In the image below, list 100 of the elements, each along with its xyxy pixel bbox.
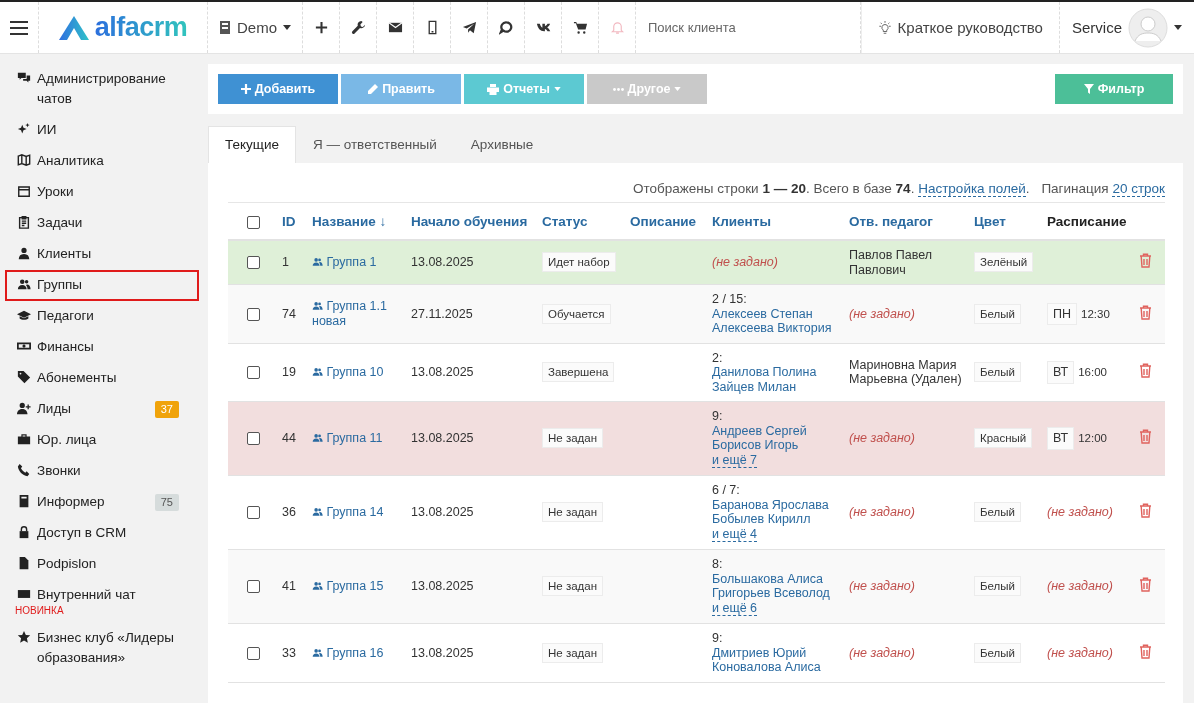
trash-icon[interactable] [1139, 363, 1152, 378]
plus-icon[interactable] [313, 20, 329, 35]
color-label: Белый [974, 362, 1021, 382]
trash-icon[interactable] [1139, 304, 1152, 320]
client-link[interactable]: Алексеева Виктория [712, 321, 841, 336]
phone-icon [17, 463, 31, 477]
group-link[interactable]: Группа 11 [312, 431, 383, 446]
client-link[interactable]: Григорьев Всеволод [712, 586, 841, 601]
group-link[interactable]: Группа 10 [312, 365, 384, 380]
tab[interactable]: Я — ответственный [295, 126, 454, 163]
chat-bubble-icon[interactable] [498, 20, 514, 35]
tab[interactable]: Архивные [453, 126, 551, 163]
client-link[interactable]: Баранова Ярослава [712, 497, 841, 512]
sidebar-item[interactable]: Доступ в CRM [5, 518, 199, 549]
client-link[interactable]: Борисов Игорь [712, 438, 841, 453]
wrench-icon[interactable] [350, 20, 366, 35]
sidebar-item[interactable]: Внутренний чат НОВИНКА [5, 580, 199, 623]
row-checkbox[interactable] [246, 506, 260, 520]
trash-icon[interactable] [1139, 577, 1152, 593]
add-button[interactable]: Добавить [218, 74, 338, 104]
sidebar-item[interactable]: Администрирование чатов [5, 64, 199, 115]
column-header[interactable]: Начало обучения [411, 214, 528, 229]
row-checkbox[interactable] [246, 256, 260, 270]
color-label: Белый [974, 642, 1021, 663]
sidebar-item[interactable]: Бизнес клуб «Лидеры образования» [5, 623, 199, 674]
sidebar-item[interactable]: Задачи [5, 208, 199, 239]
column-header[interactable]: ID [282, 214, 296, 229]
sidebar-item[interactable]: Информер 75 [5, 487, 199, 518]
more-clients-link[interactable]: и ещё 4 [712, 526, 758, 542]
column-header[interactable]: Цвет [974, 214, 1006, 229]
row-checkbox[interactable] [246, 646, 260, 660]
sidebar-item[interactable]: Финансы [5, 332, 199, 363]
rows-summary: Отображены строки 1 — 20. Всего в базе 74. [633, 181, 915, 196]
more-clients-link[interactable]: и ещё 6 [712, 600, 758, 616]
pagination-label: Пагинация [1041, 181, 1109, 196]
users-icon [312, 646, 323, 657]
group-link[interactable]: Группа 1.1 новая [312, 299, 403, 329]
client-link[interactable]: Дмитриев Юрий [712, 645, 841, 660]
sidebar-item[interactable]: Podpislon [5, 549, 199, 580]
document-icon [17, 556, 31, 570]
group-link[interactable]: Группа 15 [312, 579, 384, 594]
field-settings-link[interactable]: Настройка полей [918, 181, 1026, 197]
sidebar-item[interactable]: Уроки [5, 177, 199, 208]
group-link[interactable]: Группа 16 [312, 645, 384, 660]
caret-icon[interactable] [1174, 25, 1182, 30]
sidebar-item[interactable]: Звонки [5, 456, 199, 487]
sidebar-item[interactable]: Педагоги [5, 301, 199, 332]
group-link[interactable]: Группа 14 [312, 505, 384, 520]
status-label: Не задан [542, 428, 604, 449]
teacher-name: Павлов Павел Павлович [849, 248, 933, 277]
client-count: 8: [712, 557, 724, 572]
guide-button[interactable]: Краткое руководство [871, 18, 1049, 37]
table-cell: 74 [282, 306, 296, 321]
empty-value: (не задано) [849, 306, 915, 321]
user-name[interactable]: Service [1071, 19, 1122, 36]
sidebar-item[interactable]: ИИ [5, 115, 199, 146]
light-bulb-icon [877, 20, 892, 35]
sidebar-item[interactable]: Клиенты [5, 239, 199, 270]
client-link[interactable]: Большакова Алиса [712, 571, 841, 586]
select-all-checkbox[interactable] [246, 215, 260, 229]
trash-icon[interactable] [1139, 253, 1152, 269]
funnel-icon [1083, 84, 1094, 94]
group-link[interactable]: Группа 1 [312, 255, 377, 270]
map-icon [17, 153, 31, 167]
row-checkbox[interactable] [246, 307, 260, 321]
client-link[interactable]: Зайцев Милан [712, 379, 841, 394]
sidebar-item[interactable]: Абонементы [5, 363, 199, 394]
color-label: Белый [974, 502, 1021, 523]
trash-icon[interactable] [1139, 643, 1152, 659]
client-link[interactable]: Андреев Сергей [712, 423, 841, 438]
paper-plane-icon[interactable] [461, 20, 477, 35]
row-checkbox[interactable] [246, 432, 260, 446]
column-header[interactable]: Клиенты [712, 214, 771, 229]
client-link[interactable]: Данилова Полина [712, 365, 841, 380]
sidebar-item[interactable]: Лиды 37 [5, 394, 199, 425]
menu-icon[interactable] [10, 20, 28, 35]
client-link[interactable]: Коновалова Алиса [712, 660, 841, 675]
tab[interactable]: Текущие [208, 126, 296, 163]
column-header[interactable]: Отв. педагог [849, 214, 933, 229]
sidebar-item[interactable]: Аналитика [5, 146, 199, 177]
branch-dropdown[interactable]: Demo [218, 19, 292, 36]
trash-icon[interactable] [1139, 503, 1152, 519]
column-header[interactable]: Описание [630, 214, 697, 229]
status-label: Не задан [542, 502, 604, 523]
caret-icon [553, 87, 561, 91]
sidebar-item[interactable]: Группы [5, 270, 199, 301]
row-checkbox[interactable] [246, 366, 260, 380]
column-header: Расписание [1047, 214, 1127, 229]
empty-value: (не задано) [1047, 645, 1113, 660]
row-checkbox[interactable] [246, 580, 260, 594]
cart-icon[interactable] [572, 20, 588, 35]
trash-icon[interactable] [1139, 429, 1152, 445]
client-link[interactable]: Алексеев Степан [712, 306, 841, 321]
column-header[interactable]: Статус [542, 214, 588, 229]
users-icon [312, 580, 323, 591]
column-header[interactable]: Название ↓ [312, 214, 387, 229]
sidebar-item[interactable]: Юр. лица [5, 425, 199, 456]
pagination-link[interactable]: 20 строк [1112, 181, 1165, 197]
more-clients-link[interactable]: и ещё 7 [712, 452, 758, 468]
client-link[interactable]: Бобылев Кирилл [712, 512, 841, 527]
